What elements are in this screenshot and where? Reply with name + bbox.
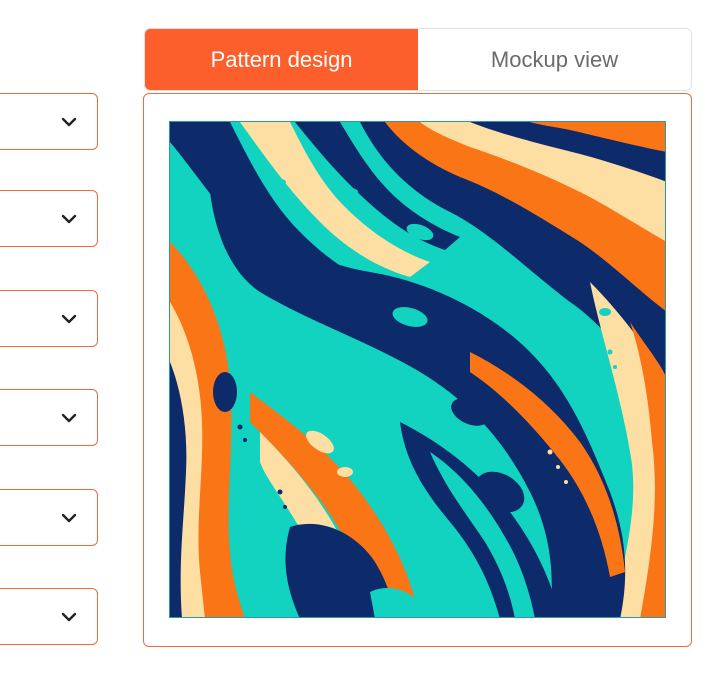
dropdown-1[interactable] [0, 93, 98, 150]
chevron-down-icon [61, 612, 77, 621]
chevron-down-icon [61, 413, 77, 422]
dropdown-4[interactable] [0, 389, 98, 446]
pattern-preview-image [169, 121, 666, 618]
dropdown-3[interactable] [0, 290, 98, 347]
chevron-down-icon [61, 214, 77, 223]
dropdown-5[interactable] [0, 489, 98, 546]
chevron-down-icon [61, 513, 77, 522]
tab-pattern-design[interactable]: Pattern design [145, 29, 418, 90]
chevron-down-icon [61, 314, 77, 323]
tab-mockup-view[interactable]: Mockup view [418, 29, 691, 90]
view-tabs: Pattern design Mockup view [144, 28, 692, 91]
dropdown-6[interactable] [0, 588, 98, 645]
dropdown-2[interactable] [0, 190, 98, 247]
chevron-down-icon [61, 117, 77, 126]
